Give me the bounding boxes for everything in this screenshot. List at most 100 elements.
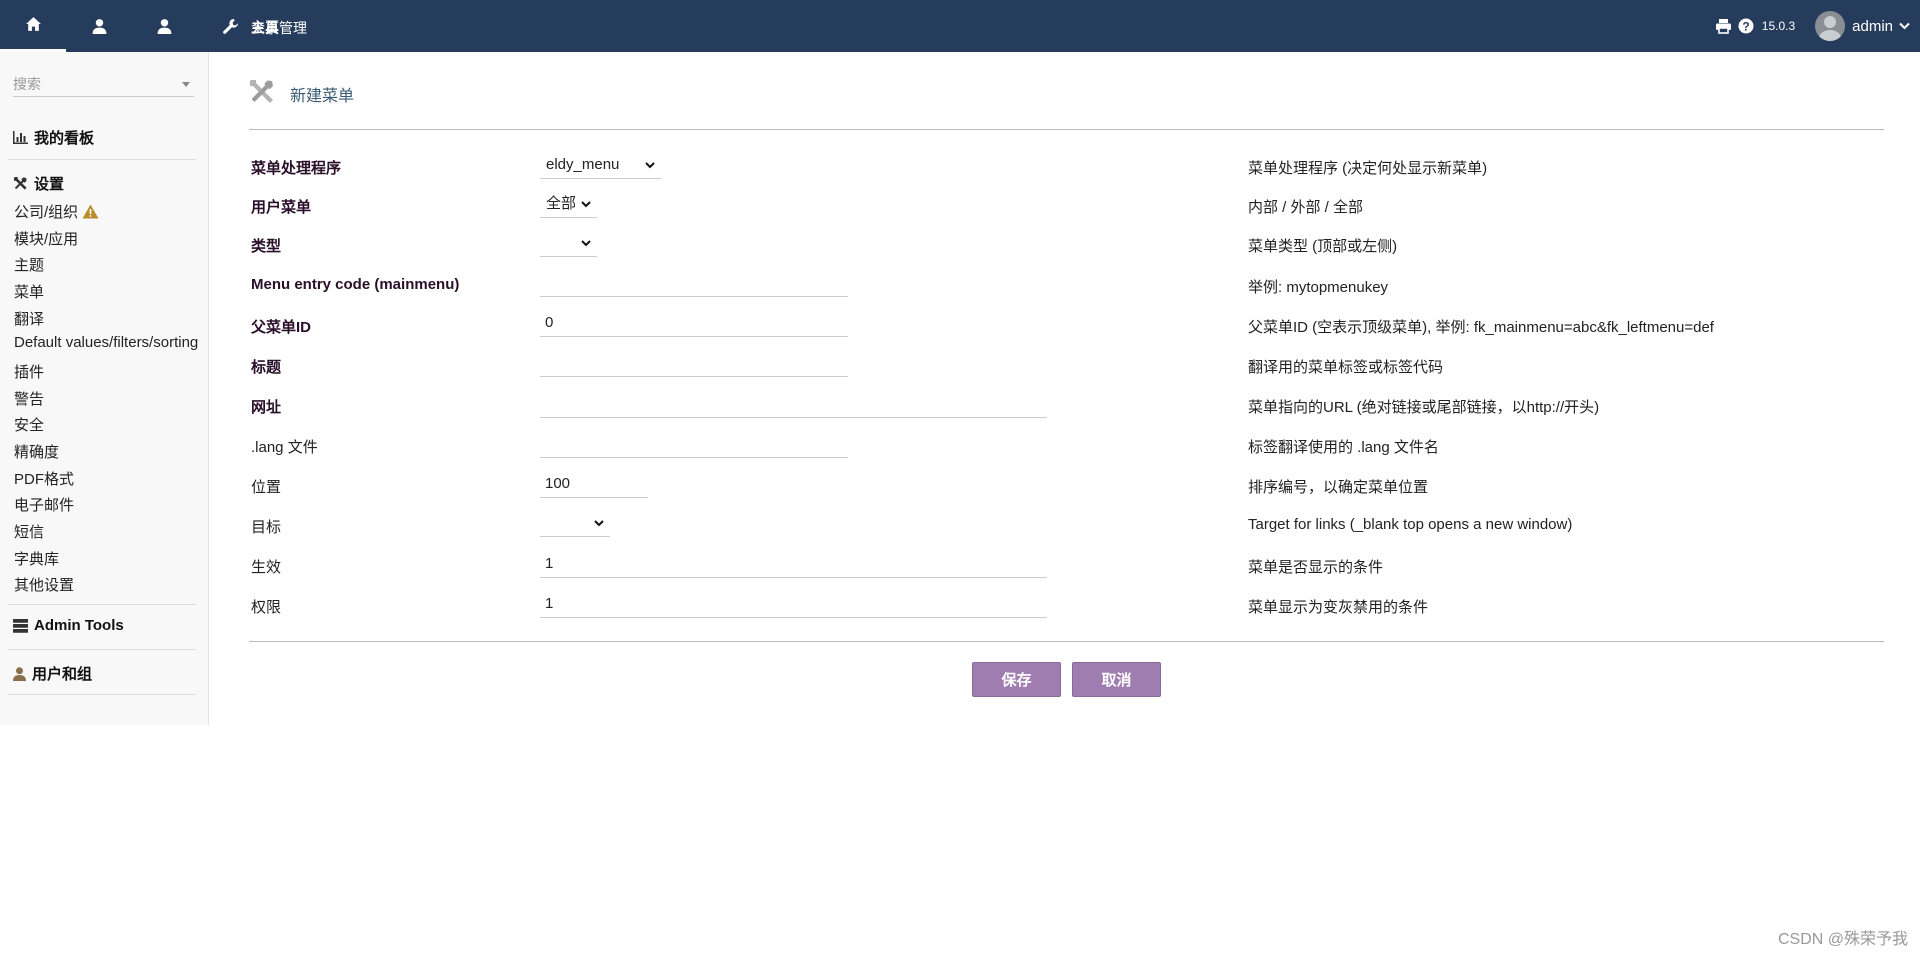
- sidebar-users-groups-label: 用户和组: [32, 666, 93, 683]
- sidebar-item-widgets[interactable]: 插件: [14, 361, 44, 382]
- sidebar-item-limits[interactable]: 精确度: [14, 441, 59, 462]
- enabled-input[interactable]: 1: [540, 551, 1047, 578]
- label-position: 位置: [251, 479, 282, 496]
- sidebar-item-menus[interactable]: 菜单: [14, 281, 44, 302]
- sidebar-dashboard[interactable]: 我的看板: [13, 127, 94, 148]
- watermark: CSDN @殊荣予我: [1777, 931, 1908, 948]
- chevron-down-icon: [581, 240, 591, 247]
- help-target: Target for links (_blank top opens a new…: [1248, 516, 1573, 533]
- sidebar-item-company[interactable]: 公司/组织: [14, 201, 99, 222]
- tools-icon: [250, 80, 273, 103]
- sidebar-item-label: 主题: [14, 257, 45, 274]
- search-input[interactable]: 搜索: [13, 73, 194, 97]
- target-select[interactable]: [540, 510, 610, 537]
- type-select[interactable]: [540, 230, 597, 257]
- sidebar-item-pdf[interactable]: PDF格式: [14, 468, 74, 489]
- svg-text:?: ?: [1742, 19, 1749, 33]
- topnav-tools-label: 工具: [251, 20, 279, 36]
- label-target: 目标: [251, 519, 282, 536]
- chevron-down-icon[interactable]: [1899, 22, 1910, 30]
- sidebar-item-label: 翻译: [14, 311, 45, 328]
- user-icon: [157, 18, 172, 34]
- sidebar-item-label: 短信: [14, 524, 45, 541]
- tools-icon: [13, 176, 27, 190]
- sidebar-item-label: 字典库: [14, 551, 60, 568]
- sidebar-users-groups[interactable]: 用户和组: [13, 663, 92, 684]
- label-permission: 权限: [251, 599, 282, 616]
- help-parent-id: 父菜单ID (空表示顶级菜单), 举例: fk_mainmenu=abc&fk_…: [1248, 319, 1714, 336]
- sidebar-item-dictionary[interactable]: 字典库: [14, 548, 59, 569]
- sidebar-item-sms[interactable]: 短信: [14, 521, 44, 542]
- version-label: 15.0.3: [1761, 19, 1796, 33]
- topnav-hrm[interactable]: 人事管理: [132, 0, 307, 52]
- menu-entry-code-input[interactable]: [540, 270, 848, 297]
- topnav-home[interactable]: 主页: [0, 0, 279, 52]
- warning-icon: [82, 204, 99, 219]
- topnav-tools[interactable]: 工具: [197, 0, 279, 52]
- print-icon[interactable]: [1715, 18, 1732, 34]
- page-title: 新建菜单: [290, 88, 355, 105]
- sidebar-item-label: 精确度: [14, 444, 60, 461]
- permission-input[interactable]: 1: [540, 591, 1047, 618]
- top-right: ? 15.0.3 admin: [1715, 0, 1920, 52]
- chevron-down-icon[interactable]: [182, 82, 190, 87]
- save-button[interactable]: 保存: [972, 662, 1061, 697]
- title-input[interactable]: [540, 350, 848, 377]
- sidebar-item-modules[interactable]: 模块/应用: [14, 228, 78, 249]
- chevron-down-icon: [594, 520, 604, 527]
- user-icon: [92, 18, 106, 34]
- top-nav: 主页 会员 人事管理 工具: [0, 0, 307, 52]
- label-menu-handler: 菜单处理程序: [251, 160, 342, 177]
- divider: [8, 694, 196, 695]
- help-icon[interactable]: ?: [1738, 18, 1754, 34]
- position-input[interactable]: 100: [540, 471, 648, 498]
- divider: [8, 649, 196, 650]
- label-enabled: 生效: [251, 559, 282, 576]
- sidebar: 搜索 我的看板 设置 公司/组织 模块/应用 主题 菜单 翻译 Default …: [0, 52, 209, 725]
- help-position: 排序编号，以确定菜单位置: [1248, 479, 1429, 496]
- cancel-button[interactable]: 取消: [1072, 662, 1161, 697]
- select-value: eldy_menu: [546, 156, 620, 173]
- help-type: 菜单类型 (顶部或左侧): [1248, 238, 1398, 255]
- user-menu-select[interactable]: 全部: [540, 191, 597, 218]
- sidebar-item-email[interactable]: 电子邮件: [14, 494, 74, 515]
- sidebar-item-label: 模块/应用: [14, 231, 79, 248]
- sidebar-item-security[interactable]: 安全: [14, 414, 44, 435]
- label-parent-id: 父菜单ID: [251, 319, 312, 336]
- sidebar-setup[interactable]: 设置: [13, 173, 64, 194]
- sidebar-item-theme[interactable]: 主题: [14, 254, 44, 275]
- label-lang-file: .lang 文件: [251, 439, 318, 456]
- menu-handler-select[interactable]: eldy_menu: [540, 152, 661, 179]
- username[interactable]: admin: [1852, 18, 1893, 35]
- label-user-menu: 用户菜单: [251, 199, 312, 216]
- url-input[interactable]: [540, 391, 1047, 418]
- sidebar-item-label: 菜单: [14, 284, 45, 301]
- sidebar-admin-tools-label: Admin Tools: [34, 617, 124, 634]
- divider: [249, 129, 1884, 130]
- sidebar-item-other[interactable]: 其他设置: [14, 574, 74, 595]
- topnav-members[interactable]: 会员: [66, 0, 279, 52]
- sidebar-item-label: 公司/组织: [14, 204, 79, 221]
- help-lang-file: 标签翻译使用的 .lang 文件名: [1248, 439, 1439, 456]
- parent-id-input[interactable]: 0: [540, 310, 848, 337]
- sidebar-item-label: 其他设置: [14, 577, 75, 594]
- help-permission: 菜单显示为变灰禁用的条件: [1248, 599, 1429, 616]
- sidebar-item-label: 警告: [14, 391, 45, 408]
- sidebar-item-defaults[interactable]: Default values/filters/sorting: [14, 334, 198, 351]
- chevron-down-icon: [581, 201, 591, 208]
- avatar[interactable]: [1815, 11, 1846, 41]
- label-type: 类型: [251, 238, 282, 255]
- wrench-icon: [222, 18, 238, 34]
- home-icon: [25, 17, 41, 31]
- help-user-menu: 内部 / 外部 / 全部: [1248, 199, 1364, 216]
- lang-file-input[interactable]: [540, 431, 848, 458]
- sidebar-item-alerts[interactable]: 警告: [14, 388, 44, 409]
- user-icon: [13, 666, 26, 681]
- sidebar-item-label: 插件: [14, 364, 45, 381]
- sidebar-item-label: Default values/filters/sorting: [14, 334, 199, 351]
- sidebar-dashboard-label: 我的看板: [34, 130, 95, 147]
- sidebar-admin-tools[interactable]: Admin Tools: [13, 617, 124, 634]
- chevron-down-icon: [645, 162, 655, 169]
- sidebar-item-label: PDF格式: [14, 471, 75, 488]
- sidebar-item-translation[interactable]: 翻译: [14, 308, 44, 329]
